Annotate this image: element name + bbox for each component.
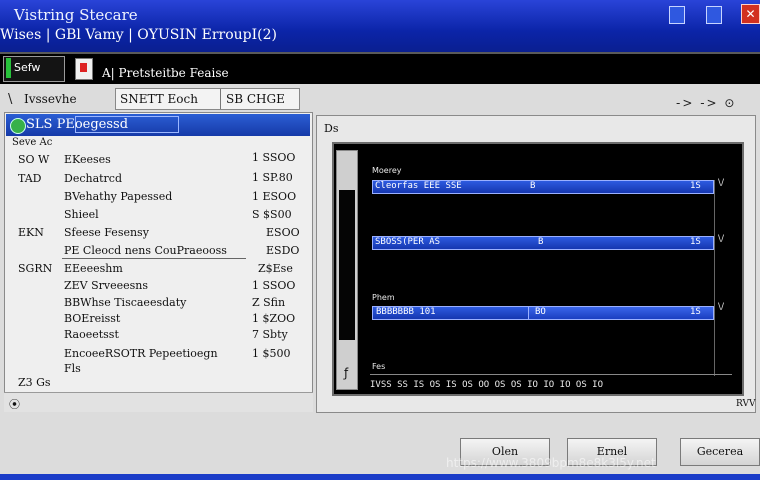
list-item[interactable]: Sfeese Fesensy [64, 226, 149, 239]
globe-icon [10, 118, 26, 134]
row-key: EKN [18, 226, 44, 239]
cancel-button[interactable]: Gecerea [680, 438, 760, 466]
graph-marker: \/ [718, 234, 725, 244]
graph-bar-end: 1S [690, 237, 701, 247]
row-key: TAD [18, 172, 42, 185]
maximize-button[interactable] [706, 6, 722, 24]
graph-bar-label: SBOSS(PER AS [375, 237, 441, 247]
app-logo-label: Sefw [14, 61, 41, 74]
graph-bar-label: BBBBBBB 101 [376, 307, 436, 317]
list-item[interactable]: ZEV Srveeesns [64, 279, 148, 292]
graph-axis-ticks: IVSS SS IS OS IS OS OO OS OS IO IO IO OS… [370, 380, 603, 390]
left-panel-footer: Z3 Gs [18, 376, 51, 389]
list-item[interactable]: BBWhse Tiscaeesdaty [64, 296, 186, 309]
graph-bar-mid: B [538, 237, 544, 247]
resize-grip[interactable]: RVV [736, 399, 755, 409]
graph-bar-label: Cleorfas EEE SSE [375, 181, 462, 191]
list-item-value: ESOO [266, 226, 300, 239]
address-field-secondary: SB CHGE [226, 92, 285, 106]
list-item[interactable]: Raoeetsst [64, 328, 119, 341]
list-item[interactable]: Fls [64, 362, 81, 375]
address-label: Ivssevhe [24, 92, 77, 106]
list-item[interactable]: EKeeses [64, 153, 111, 166]
graph-bar-segment [528, 306, 714, 320]
nav-arrows-icon[interactable]: -> -> ⊙ [676, 96, 736, 110]
window-title: Vistring Stecare [14, 6, 138, 24]
window-subtitle: Wises | GBl Vamy | OYUSIN ErroupI(2) [0, 27, 277, 43]
status-icon[interactable]: ⦿ [9, 396, 20, 412]
toolbar-caption: A| Pretsteitbe Feaise [102, 66, 229, 80]
close-button[interactable]: ✕ [741, 4, 760, 24]
graph-vertical-line [714, 180, 715, 376]
close-icon: ✕ [745, 7, 756, 21]
address-separator [220, 89, 221, 109]
list-item-value: 1 ESOO [252, 190, 297, 203]
left-panel-subheader: Seve Ac [12, 137, 53, 148]
left-status-bar [4, 392, 313, 412]
row-key: SGRN [18, 262, 53, 275]
list-item-value: Z$Ese [258, 262, 293, 275]
graph-marker: \/ [718, 302, 725, 312]
graph-label-mid: Phem [372, 293, 395, 302]
list-item-value: 7 Sbty [252, 328, 288, 341]
list-item-value: 1 $ZOO [252, 312, 296, 325]
list-item-value: S $S00 [252, 208, 292, 221]
list-item[interactable]: Shieel [64, 208, 99, 221]
logo-mark-icon [6, 58, 11, 78]
graph-label-top: Moerey [372, 166, 402, 175]
list-item[interactable]: Dechatrcd [64, 172, 122, 185]
list-item[interactable]: BOEreisst [64, 312, 120, 325]
address-field-primary: SNETT Eoch [120, 92, 198, 106]
graph-bar-mid: B [530, 181, 536, 191]
graph-axis-line [370, 374, 732, 375]
minimize-button[interactable] [669, 6, 685, 24]
taskbar-strip [0, 474, 760, 480]
document-icon[interactable] [75, 58, 93, 80]
list-item-value: ESDO [266, 244, 300, 257]
graph-bar-mid: BO [535, 307, 546, 317]
list-item-value: Z Sfin [252, 296, 286, 309]
right-panel-label: Ds [324, 122, 339, 135]
list-divider [62, 258, 246, 259]
list-item[interactable]: BVehathy Papessed [64, 190, 172, 203]
list-item[interactable]: EEeeeshm [64, 262, 123, 275]
list-item-value: 1 SSOO [252, 279, 296, 292]
graph-bar-end: 1S [690, 307, 701, 317]
list-item[interactable]: EncoeeRSOTR Pepeetioegn [64, 347, 218, 360]
list-item-value: 1 SP.80 [252, 171, 293, 184]
row-key: SO W [18, 153, 50, 166]
scroll-marker-icon: ƒ [344, 366, 349, 380]
scrollbar-thumb[interactable] [339, 190, 355, 340]
watermark: https://www.3809bpm8e8k3l5y.net [446, 456, 656, 470]
left-panel-title: SLS PEoegessd [26, 117, 129, 132]
back-arrow-icon[interactable]: \ [8, 92, 12, 107]
graph-label-bottom: Fes [372, 362, 386, 371]
graph-bar-end: 1S [690, 181, 701, 191]
list-item[interactable]: PE Cleocd nens CouPraeooss [64, 244, 227, 257]
list-item-value: 1 SSOO [252, 151, 296, 164]
list-item-value: 1 $500 [252, 347, 291, 360]
graph-marker: \/ [718, 178, 725, 188]
